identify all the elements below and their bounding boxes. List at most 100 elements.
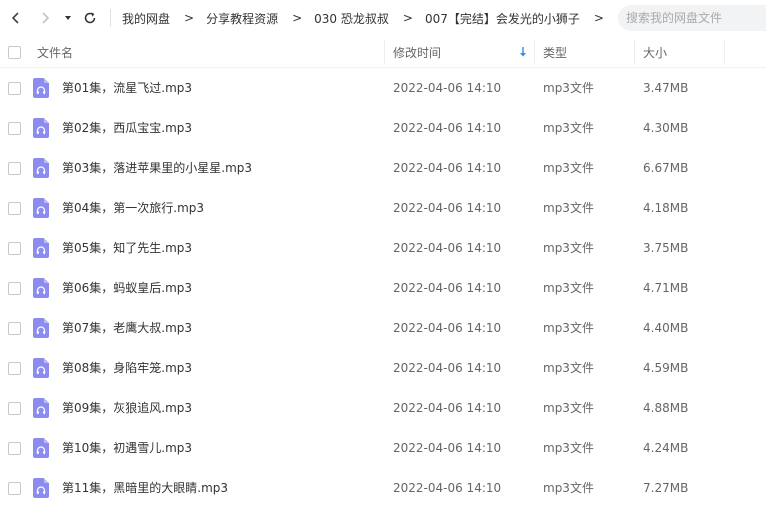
caret-down-icon: [65, 16, 71, 20]
file-type: mp3文件: [543, 401, 594, 415]
headphones-icon: [36, 245, 46, 254]
file-type: mp3文件: [543, 481, 594, 495]
file-type: mp3文件: [543, 241, 594, 255]
file-row[interactable]: 第04集，第一次旅行.mp3 2022-04-06 14:10 mp3文件 4.18M…: [0, 188, 766, 228]
file-row[interactable]: 第02集，西瓜宝宝.mp3 2022-04-06 14:10 mp3文件 4.30MB: [0, 108, 766, 148]
column-header-name[interactable]: 文件名: [37, 36, 73, 68]
headphones-icon: [36, 205, 46, 214]
file-checkbox[interactable]: [8, 442, 21, 455]
search-input[interactable]: [626, 11, 766, 25]
file-type: mp3文件: [543, 201, 594, 215]
toolbar-divider: [110, 9, 111, 27]
file-size: 3.75MB: [643, 241, 689, 255]
file-row[interactable]: 第11集，黑暗里的大眼睛.mp3 2022-04-06 14:10 mp3文件 7.2…: [0, 468, 766, 508]
file-row[interactable]: 第06集，蚂蚁皇后.mp3 2022-04-06 14:10 mp3文件 4.71MB: [0, 268, 766, 308]
file-name[interactable]: 第08集，身陷牢笼.mp3: [62, 348, 192, 388]
file-checkbox[interactable]: [8, 282, 21, 295]
headphones-icon: [36, 85, 46, 94]
file-name[interactable]: 第04集，第一次旅行.mp3: [62, 188, 204, 228]
column-header-type[interactable]: 类型: [543, 36, 567, 68]
file-name[interactable]: 第02集，西瓜宝宝.mp3: [62, 108, 192, 148]
breadcrumb-separator: >: [184, 11, 195, 25]
file-size: 4.40MB: [643, 321, 689, 335]
file-checkbox[interactable]: [8, 402, 21, 415]
select-all-checkbox[interactable]: [8, 45, 21, 59]
select-all-cell: [8, 36, 21, 68]
file-modified-time: 2022-04-06 14:10: [393, 161, 502, 175]
headphones-icon: [36, 485, 46, 494]
file-size: 4.30MB: [643, 121, 689, 135]
column-header-modified[interactable]: 修改时间: [393, 36, 441, 68]
file-type: mp3文件: [543, 161, 594, 175]
column-divider: [634, 40, 635, 64]
file-row[interactable]: 第09集，灰狼追风.mp3 2022-04-06 14:10 mp3文件 4.88MB: [0, 388, 766, 428]
file-checkbox[interactable]: [8, 482, 21, 495]
file-modified-time: 2022-04-06 14:10: [393, 321, 502, 335]
forward-button[interactable]: [35, 8, 55, 28]
file-row[interactable]: 第07集，老鹰大叔.mp3 2022-04-06 14:10 mp3文件 4.40MB: [0, 308, 766, 348]
file-row[interactable]: 第01集，流星飞过.mp3 2022-04-06 14:10 mp3文件 3.47MB: [0, 68, 766, 108]
file-modified-time: 2022-04-06 14:10: [393, 281, 502, 295]
file-modified-time: 2022-04-06 14:10: [393, 201, 502, 215]
file-name[interactable]: 第10集，初遇雪儿.mp3: [62, 428, 192, 468]
audio-file-icon: [33, 238, 49, 258]
file-row[interactable]: 第10集，初遇雪儿.mp3 2022-04-06 14:10 mp3文件 4.24MB: [0, 428, 766, 468]
file-size: 4.18MB: [643, 201, 689, 215]
headphones-icon: [36, 285, 46, 294]
file-name[interactable]: 第11集，黑暗里的大眼睛.mp3: [62, 468, 228, 508]
headphones-icon: [36, 325, 46, 334]
column-divider: [384, 40, 385, 64]
headphones-icon: [36, 405, 46, 414]
file-checkbox[interactable]: [8, 322, 21, 335]
file-name[interactable]: 第06集，蚂蚁皇后.mp3: [62, 268, 192, 308]
file-type: mp3文件: [543, 81, 594, 95]
audio-file-icon: [33, 78, 49, 98]
history-dropdown-button[interactable]: [60, 8, 76, 28]
breadcrumb: 我的网盘 > 分享教程资源 > 030 恐龙叔叔 > 007【完结】会发光的小狮…: [122, 0, 616, 36]
column-divider: [724, 40, 725, 64]
breadcrumb-separator: >: [402, 11, 413, 25]
file-row[interactable]: 第03集，落进苹果里的小星星.mp3 2022-04-06 14:10 mp3文件 6…: [0, 148, 766, 188]
file-row[interactable]: 第05集，知了先生.mp3 2022-04-06 14:10 mp3文件 3.75MB: [0, 228, 766, 268]
file-checkbox[interactable]: [8, 242, 21, 255]
file-name[interactable]: 第01集，流星飞过.mp3: [62, 68, 192, 108]
file-list-header: 文件名 修改时间 类型 大小: [0, 36, 766, 68]
file-checkbox[interactable]: [8, 122, 21, 135]
file-checkbox[interactable]: [8, 362, 21, 375]
headphones-icon: [36, 125, 46, 134]
audio-file-icon: [33, 198, 49, 218]
refresh-button[interactable]: [80, 8, 100, 28]
audio-file-icon: [33, 278, 49, 298]
audio-file-icon: [33, 318, 49, 338]
file-size: 4.71MB: [643, 281, 689, 295]
headphones-icon: [36, 365, 46, 374]
file-checkbox[interactable]: [8, 162, 21, 175]
breadcrumb-item-current[interactable]: 007【完结】会发光的小狮子: [425, 10, 580, 27]
chevron-right-icon: [42, 12, 50, 24]
headphones-icon: [36, 165, 46, 174]
column-header-size[interactable]: 大小: [643, 36, 667, 68]
file-type: mp3文件: [543, 281, 594, 295]
audio-file-icon: [33, 358, 49, 378]
file-modified-time: 2022-04-06 14:10: [393, 481, 502, 495]
breadcrumb-item-root[interactable]: 我的网盘: [122, 10, 170, 27]
file-modified-time: 2022-04-06 14:10: [393, 361, 502, 375]
file-name[interactable]: 第03集，落进苹果里的小星星.mp3: [62, 148, 252, 188]
search-box: [618, 5, 766, 31]
file-name[interactable]: 第05集，知了先生.mp3: [62, 228, 192, 268]
sort-descending-icon[interactable]: [518, 46, 528, 58]
file-checkbox[interactable]: [8, 202, 21, 215]
breadcrumb-item[interactable]: 分享教程资源: [206, 10, 278, 27]
file-name[interactable]: 第07集，老鹰大叔.mp3: [62, 308, 192, 348]
chevron-left-icon: [11, 12, 19, 24]
file-type: mp3文件: [543, 441, 594, 455]
breadcrumb-item[interactable]: 030 恐龙叔叔: [314, 10, 389, 27]
file-row[interactable]: 第08集，身陷牢笼.mp3 2022-04-06 14:10 mp3文件 4.59MB: [0, 348, 766, 388]
file-type: mp3文件: [543, 321, 594, 335]
audio-file-icon: [33, 438, 49, 458]
breadcrumb-separator: >: [292, 11, 303, 25]
back-button[interactable]: [6, 8, 26, 28]
file-modified-time: 2022-04-06 14:10: [393, 401, 502, 415]
file-name[interactable]: 第09集，灰狼追风.mp3: [62, 388, 192, 428]
file-checkbox[interactable]: [8, 82, 21, 95]
